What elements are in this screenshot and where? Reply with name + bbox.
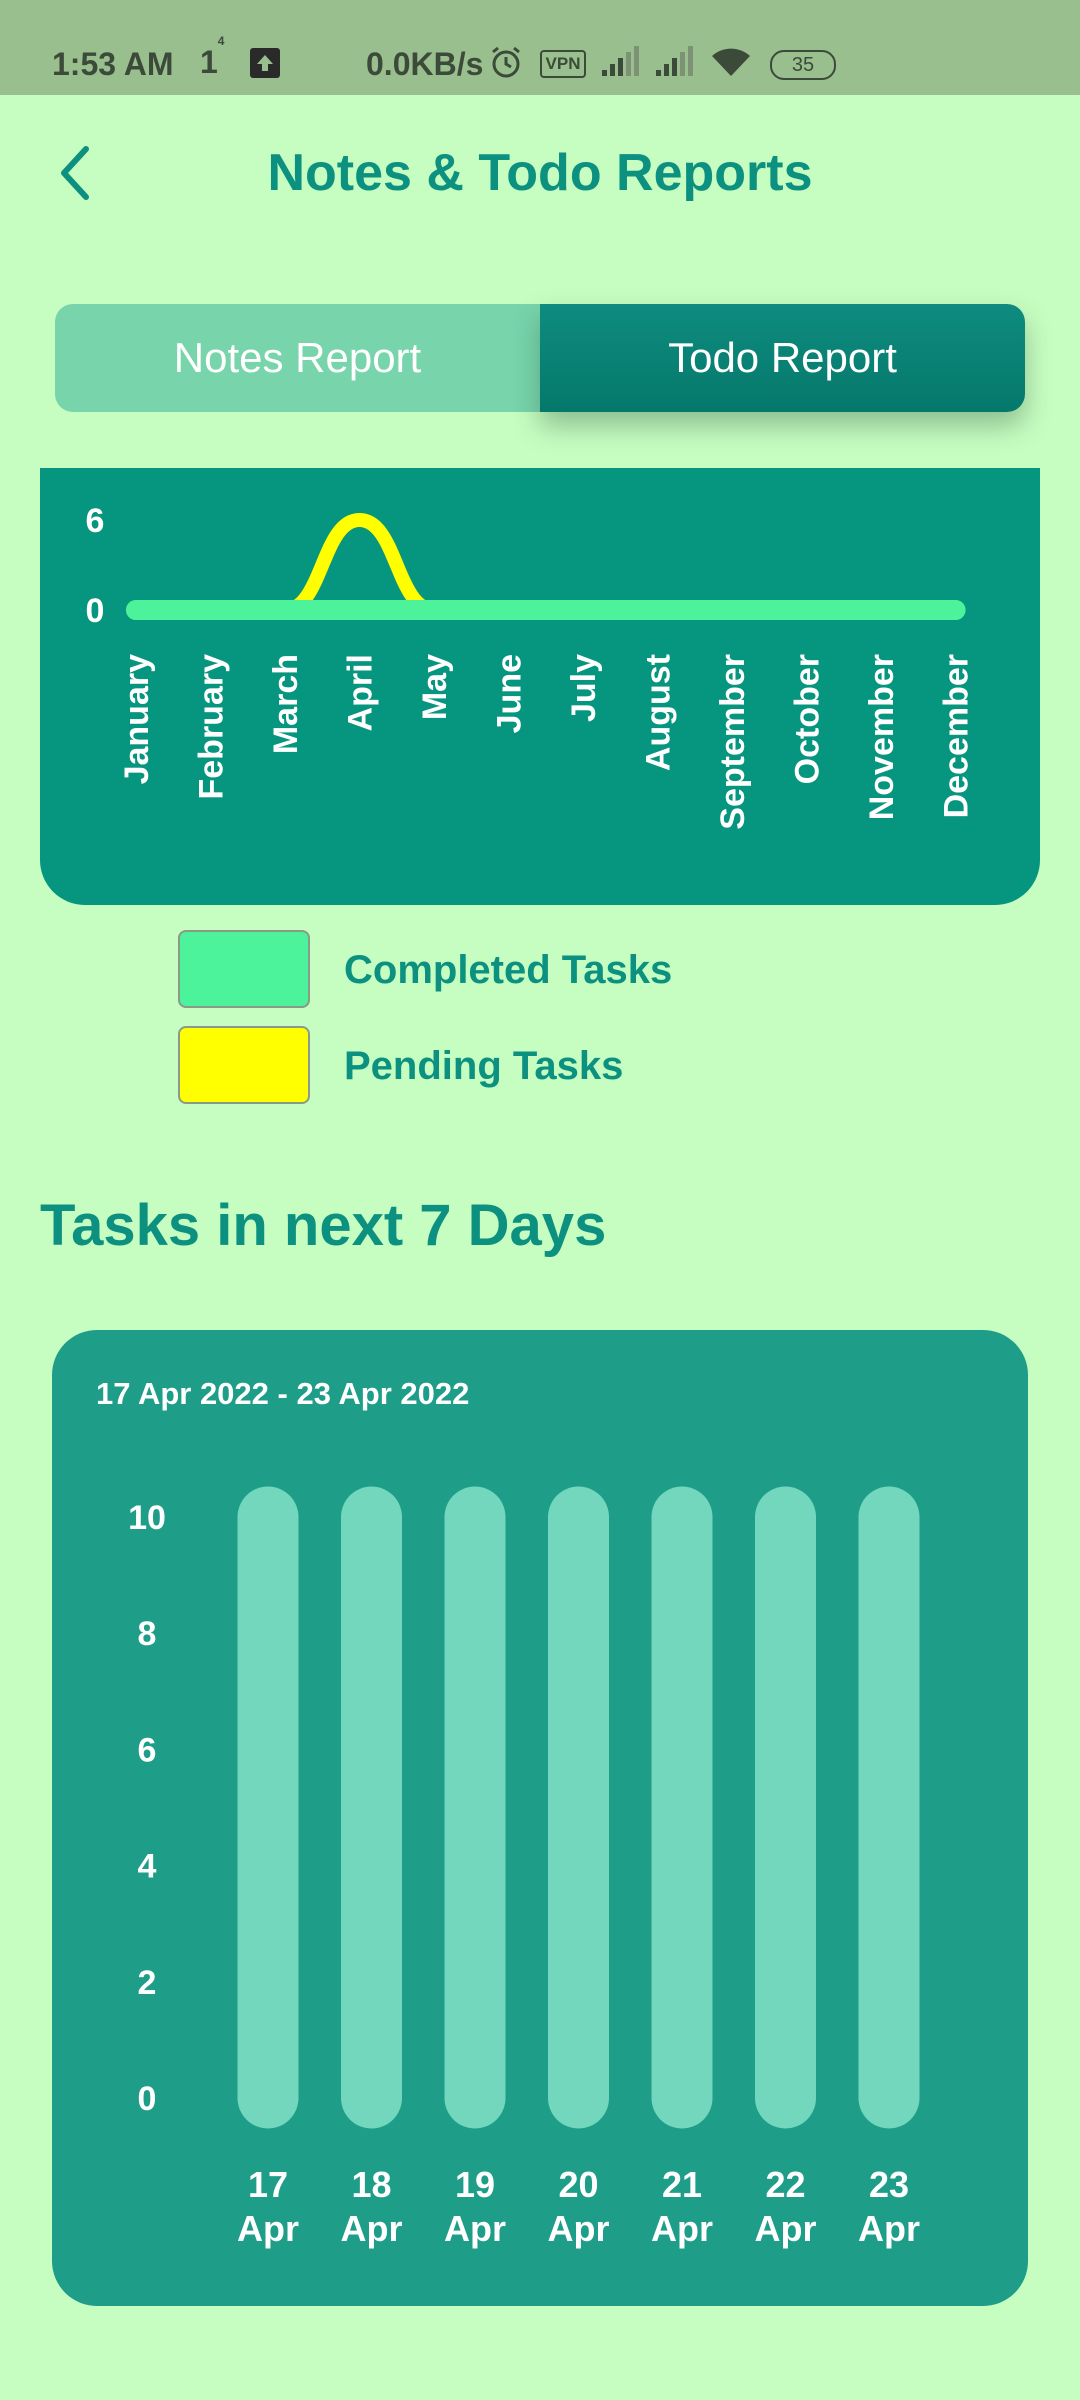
y-tick-label: 2 xyxy=(138,1964,157,2002)
x-tick-label: April xyxy=(342,654,380,731)
bar-background xyxy=(548,1486,609,2129)
vpn-icon: VPN xyxy=(540,50,586,78)
x-tick-label: November xyxy=(863,654,901,820)
x-tick-label: March xyxy=(267,654,305,754)
bar-background xyxy=(755,1486,816,2129)
wifi-icon xyxy=(710,46,752,86)
x-tick-label: Apr xyxy=(237,2208,299,2249)
x-tick-label: December xyxy=(938,654,976,818)
legend-swatch-pending xyxy=(178,1026,310,1104)
bar-background xyxy=(858,1486,920,2129)
alarm-icon xyxy=(488,44,524,88)
x-tick-label: 23 xyxy=(869,2164,909,2205)
legend-label-completed: Completed Tasks xyxy=(344,948,673,992)
monthly-line-chart: 0 6 January February March April May June July Au… xyxy=(40,468,1040,905)
bar-background xyxy=(341,1486,402,2129)
bar-background xyxy=(237,1486,299,2129)
x-tick-label: August xyxy=(640,654,678,771)
network-speed: 0.0KB/s xyxy=(366,46,484,82)
signal-icon xyxy=(600,46,640,86)
x-tick-label: June xyxy=(491,654,529,733)
weekly-bar-chart: 0 2 4 6 8 10 17 Apr 18 Apr 19 Apr 20 Apr 21 Apr 22 Apr 23 A… xyxy=(52,1330,1028,2306)
x-tick-label: Apr xyxy=(548,2208,610,2249)
x-tick-label: October xyxy=(789,654,827,784)
legend-label-pending: Pending Tasks xyxy=(344,1044,624,1088)
bar-background xyxy=(444,1486,506,2129)
bar-chart-svg: 024681017Apr18Apr19Apr20Apr21Apr22Apr23A… xyxy=(128,1486,920,2249)
status-time: 1:53 AM xyxy=(52,46,174,82)
bar-background xyxy=(651,1486,713,2129)
x-tick-label: 20 xyxy=(558,2164,598,2205)
x-tick-label: Apr xyxy=(858,2208,920,2249)
x-tick-label: Apr xyxy=(444,2208,506,2249)
y-tick-label: 8 xyxy=(138,1615,157,1653)
y-tick-label: 6 xyxy=(138,1731,157,1769)
app-header: Notes & Todo Reports xyxy=(0,95,1080,255)
page-title: Notes & Todo Reports xyxy=(267,144,813,202)
x-tick-label: Apr xyxy=(651,2208,713,2249)
sim-indicator: 14 xyxy=(200,34,225,80)
x-tick-label: 19 xyxy=(455,2164,495,2205)
tab-todo-report[interactable]: Todo Report xyxy=(540,304,1025,412)
x-tick-label: 22 xyxy=(765,2164,805,2205)
x-tick-label: May xyxy=(416,654,454,720)
y-tick-label: 0 xyxy=(138,2080,157,2118)
series-line-pending xyxy=(129,513,963,617)
battery-icon: 35 xyxy=(770,50,836,80)
line-chart-svg: 0 6 January February March April May June July Au… xyxy=(86,502,976,830)
x-tick-label: 21 xyxy=(662,2164,702,2205)
status-bar: 1:53 AM 14 0.0KB/s VPN 35 xyxy=(0,0,1080,95)
upload-icon xyxy=(250,48,280,78)
report-tabs: Notes Report Todo Report xyxy=(55,304,1025,412)
x-tick-label: 18 xyxy=(351,2164,391,2205)
y-tick-label: 0 xyxy=(86,592,105,630)
x-tick-label: Apr xyxy=(341,2208,403,2249)
signal-icon xyxy=(654,46,694,86)
x-tick-label: 17 xyxy=(248,2164,288,2205)
y-tick-label: 6 xyxy=(86,502,105,540)
legend-swatch-completed xyxy=(178,930,310,1008)
tab-notes-report[interactable]: Notes Report xyxy=(55,304,540,412)
x-tick-label: February xyxy=(193,654,231,800)
x-tick-label: January xyxy=(118,654,156,784)
x-tick-label: September xyxy=(714,654,752,830)
x-tick-label: Apr xyxy=(755,2208,817,2249)
y-tick-label: 4 xyxy=(138,1848,157,1886)
x-tick-label: July xyxy=(565,654,603,722)
section-title: Tasks in next 7 Days xyxy=(40,1193,607,1258)
y-tick-label: 10 xyxy=(128,1499,166,1537)
date-range-label: 17 Apr 2022 - 23 Apr 2022 xyxy=(96,1376,470,1411)
